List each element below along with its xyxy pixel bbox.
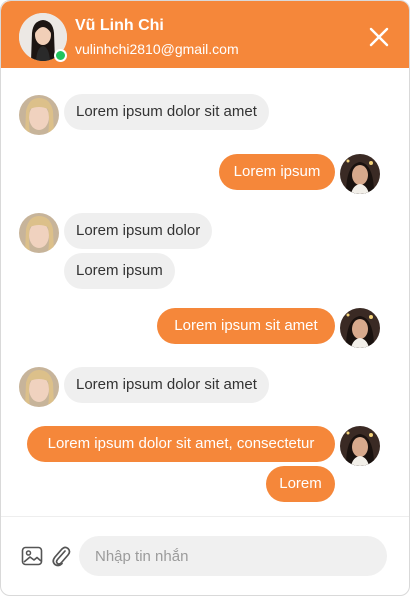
sender-avatar: [19, 95, 59, 135]
my-avatar: [340, 154, 380, 194]
outgoing-message: Lorem ipsum sit amet: [157, 308, 335, 344]
incoming-message: Lorem ipsum dolor: [64, 213, 213, 249]
composer-divider: [1, 516, 409, 517]
paperclip-icon[interactable]: [50, 544, 72, 568]
my-avatar: [340, 426, 380, 466]
my-avatar: [340, 308, 380, 348]
incoming-message: Lorem ipsum dolor sit amet: [64, 367, 269, 403]
outgoing-message: Lorem ipsum dolor sit amet, consectetur: [27, 426, 335, 462]
online-status-indicator: [54, 49, 67, 62]
message-input[interactable]: [79, 536, 387, 576]
outgoing-message: Lorem: [266, 466, 335, 502]
incoming-message: Lorem ipsum dolor sit amet: [64, 94, 269, 130]
image-icon[interactable]: [21, 545, 43, 567]
contact-email: vulinhchi2810@gmail.com: [75, 41, 239, 57]
incoming-message: Lorem ipsum: [64, 253, 175, 289]
chat-window: Vũ Linh Chi vulinhchi2810@gmail.com Lore…: [0, 0, 410, 596]
sender-avatar: [19, 213, 59, 253]
chat-header: Vũ Linh Chi vulinhchi2810@gmail.com: [1, 1, 409, 68]
contact-name: Vũ Linh Chi: [75, 17, 164, 34]
close-icon[interactable]: [365, 23, 393, 51]
outgoing-message: Lorem ipsum: [219, 154, 335, 190]
message-list: Lorem ipsum dolor sit amet Lorem ipsum L…: [1, 68, 409, 516]
sender-avatar: [19, 367, 59, 407]
